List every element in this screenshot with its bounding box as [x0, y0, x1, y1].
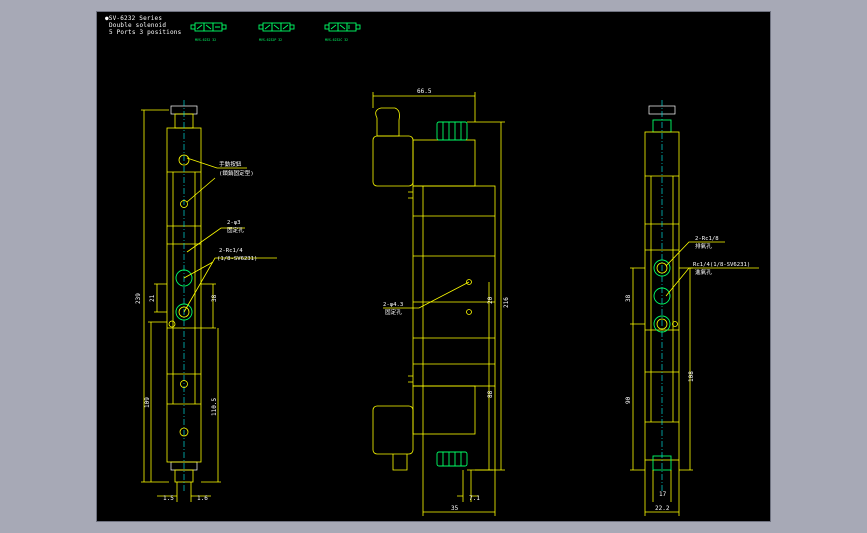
left-dim-21: 21 [149, 294, 156, 302]
symbol-2: MVS-6232P 32 [258, 22, 295, 42]
symbol-1-caption: MVS-6232 32 [195, 38, 216, 42]
mid-dim-top: 66.5 [417, 88, 432, 95]
left-dim-1-6: 1.6 [197, 495, 208, 502]
left-dim-1-5: 1.5 [163, 495, 174, 502]
mid-dim-20: 20 [487, 296, 494, 304]
left-note-mount: 2-φ3 [227, 220, 240, 226]
right-note-exhaust: 2-Rc1/8 [695, 236, 719, 242]
mid-dim-35: 35 [451, 505, 459, 512]
left-dim-109: 109 [144, 397, 151, 408]
right-note-exhaust-label: 排氣孔 [695, 242, 712, 250]
right-dim-90: 90 [625, 396, 632, 404]
right-dim-22-2: 22.2 [655, 505, 670, 512]
mid-dim-216: 216 [503, 297, 510, 308]
left-dim-110-5: 110.5 [211, 398, 218, 416]
left-note-port: 2-Rc1/4 [219, 248, 243, 254]
right-note-inlet-label: 進氣孔 [695, 268, 712, 276]
left-view: 239 21 38 109 110.5 1.5 1.6 手動按鈕 (鎖銷固定型)… [135, 100, 277, 502]
right-view: 38 108 90 17 22.2 2-Rc1/8 排氣孔 Rc1/4(1/8-… [625, 100, 759, 516]
middle-view: 66.5 216 20 88 7.1 35 2-φ4.3 固定孔 [372, 88, 510, 516]
right-dim-38: 38 [625, 294, 632, 302]
left-note-mount-hole: 固定孔 [227, 226, 244, 234]
left-note-manual-lock: (鎖銷固定型) [219, 169, 254, 177]
mid-note-mount: 2-φ4.3 [383, 302, 403, 308]
drawing-canvas: MVS-6232 32 MVS-6232P 32 MVS-6232C 32 23… [135, 22, 759, 516]
left-note-port-alt: (1/8-SV6231) [217, 256, 257, 262]
symbol-3-caption: MVS-6232C 32 [325, 38, 348, 42]
symbol-3: MVS-6232C 32 [324, 22, 361, 42]
mid-dim-7-1: 7.1 [469, 495, 480, 502]
right-dim-108: 108 [688, 371, 695, 382]
mid-dim-88: 88 [487, 390, 494, 398]
right-note-inlet: Rc1/4(1/8-SV6231) [693, 262, 750, 268]
symbol-2-caption: MVS-6232P 32 [259, 38, 282, 42]
left-note-manual: 手動按鈕 [219, 160, 242, 168]
right-dim-17: 17 [659, 491, 667, 498]
cad-viewport[interactable]: ●SV-6232 Series Double solenoid 5 Ports … [96, 11, 771, 522]
left-dim-overall: 239 [135, 293, 142, 304]
mid-note-mount-hole: 固定孔 [385, 308, 402, 316]
left-dim-38: 38 [211, 294, 218, 302]
symbol-1: MVS-6232 32 [190, 22, 227, 42]
